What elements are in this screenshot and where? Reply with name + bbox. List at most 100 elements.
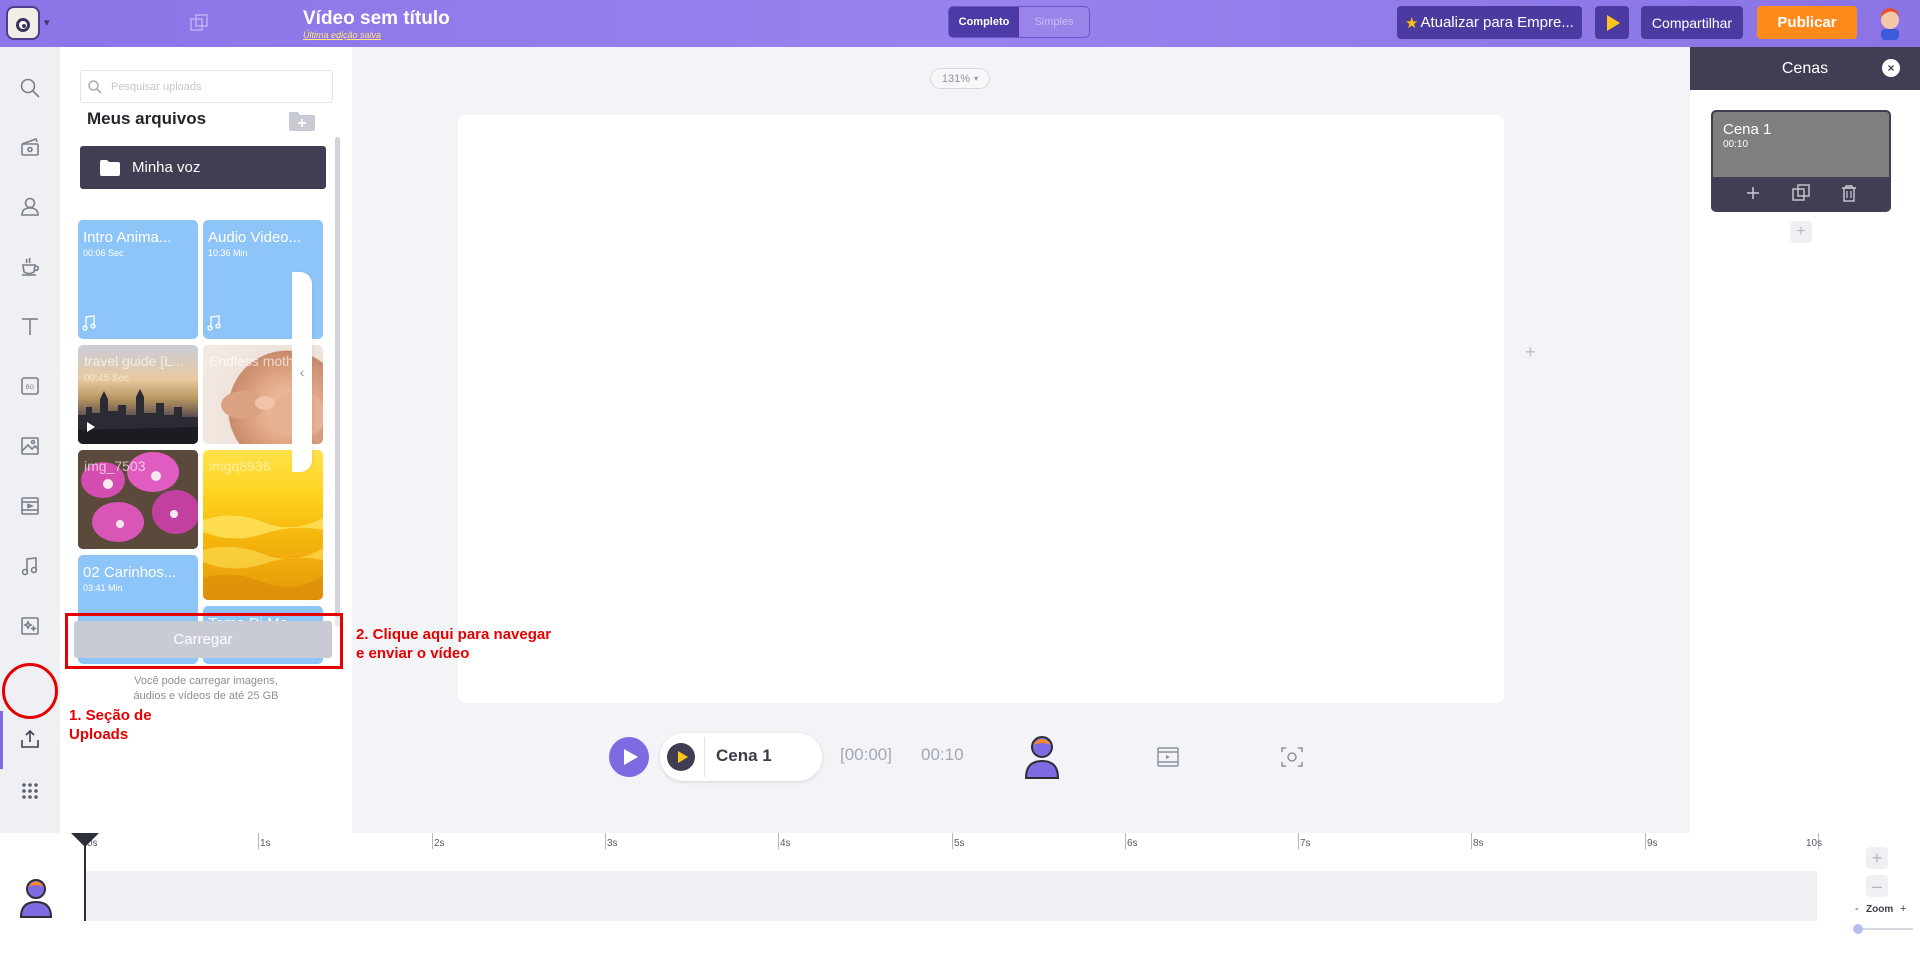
music-note-icon — [82, 315, 96, 331]
preview-button[interactable] — [1595, 6, 1629, 39]
annotation-step-1: 1. Seção de Uploads — [69, 706, 152, 744]
chevron-down-icon: ▾ — [974, 74, 979, 83]
panel-scrollbar[interactable] — [335, 137, 340, 617]
upgrade-button[interactable]: ★ Atualizar para Empre... — [1397, 6, 1582, 39]
scene-template-icon — [21, 137, 39, 156]
sidebar-item-props[interactable] — [14, 250, 46, 282]
image-icon — [21, 437, 39, 455]
mode-simple-button[interactable]: Simples — [1019, 7, 1089, 37]
duplicate-icon[interactable] — [1791, 183, 1811, 203]
trash-icon[interactable] — [1839, 183, 1859, 203]
timeline-tick-label: 2s — [434, 838, 445, 849]
film-icon[interactable] — [1156, 746, 1180, 768]
duplicate-icon[interactable] — [190, 14, 208, 32]
last-saved-status: Última edição salva — [303, 30, 382, 40]
scene-canvas[interactable] — [458, 115, 1504, 703]
play-icon — [677, 751, 688, 763]
scenes-panel: Cenas × Cena 1 00:10 + — [1690, 47, 1920, 833]
mode-switch: Completo Simples — [948, 6, 1090, 38]
character-avatar-icon — [19, 879, 53, 918]
user-avatar[interactable] — [1874, 6, 1906, 40]
chevron-down-icon[interactable]: ▾ — [44, 16, 50, 29]
sidebar-item-scenes[interactable] — [14, 131, 46, 163]
new-folder-icon[interactable] — [288, 110, 316, 132]
timeline-tick-label: 3s — [607, 838, 618, 849]
annotation-line: e enviar o vídeo — [356, 645, 470, 662]
annotation-line: 2. Clique aqui para navegar — [356, 626, 552, 643]
text-icon — [22, 318, 38, 335]
annotation-uploads-circle — [2, 663, 58, 719]
timeline-tick-label: 7s — [1300, 838, 1311, 849]
upload-file-card[interactable]: Intro Anima... 00:06 Sec — [78, 220, 198, 339]
project-title[interactable]: Vídeo sem título — [303, 8, 450, 30]
close-icon[interactable]: × — [1882, 59, 1900, 77]
zoom-slider-track[interactable] — [1855, 928, 1913, 930]
timeline-track[interactable] — [86, 871, 1817, 921]
total-time: 00:10 — [921, 745, 964, 764]
timeline-zoom-in-button[interactable]: + — [1866, 847, 1888, 869]
scene-card[interactable]: Cena 1 00:10 — [1711, 110, 1891, 212]
file-title: travel guide [L... — [84, 353, 184, 369]
timeline-zoom-out-button[interactable]: – — [1866, 875, 1888, 897]
current-scene-name: Cena 1 — [716, 746, 772, 765]
publish-button[interactable]: Publicar — [1757, 6, 1857, 39]
add-scene-button[interactable]: + — [1790, 221, 1812, 243]
upload-file-card[interactable]: imgq8936 — [203, 450, 323, 600]
search-icon — [88, 80, 102, 94]
character-avatar-icon[interactable] — [1024, 735, 1060, 779]
add-icon[interactable] — [1743, 183, 1763, 203]
upload-icon — [21, 729, 39, 748]
collapse-panel-button[interactable]: ‹ — [292, 272, 312, 472]
city-thumbnail-image — [78, 389, 198, 444]
sidebar-item-search[interactable] — [14, 72, 46, 104]
playhead[interactable] — [84, 835, 86, 921]
search-icon — [20, 78, 40, 98]
screenshot-icon[interactable] — [1280, 746, 1304, 768]
upload-hint-line: Você pode carregar imagens, — [134, 675, 278, 687]
timeline-tick-label: 4s — [780, 838, 791, 849]
star-icon: ★ — [1405, 14, 1419, 32]
play-icon — [87, 422, 95, 432]
folder-label: Minha voz — [132, 159, 201, 176]
sidebar-item-videos[interactable] — [14, 490, 46, 522]
timeline-tick-label: 10s — [1806, 838, 1823, 849]
svg-text:BG: BG — [26, 385, 35, 391]
active-indicator — [0, 711, 3, 769]
mode-full-button[interactable]: Completo — [949, 7, 1019, 37]
top-bar: ▾ Vídeo sem título Última edição salva C… — [0, 0, 1920, 47]
annotation-line: Uploads — [69, 726, 129, 743]
folder-icon — [100, 159, 120, 176]
uploads-search-input[interactable] — [111, 71, 326, 102]
add-scene-plus-icon[interactable]: + — [1525, 342, 1536, 363]
play-all-button[interactable] — [609, 737, 649, 777]
folder-my-voice[interactable]: Minha voz — [80, 146, 326, 189]
effects-icon — [21, 617, 39, 635]
sidebar-item-backgrounds[interactable]: BG — [14, 370, 46, 402]
sidebar-item-characters[interactable] — [14, 190, 46, 222]
share-button[interactable]: Compartilhar — [1641, 6, 1743, 39]
scene-play-button[interactable] — [667, 743, 695, 771]
upload-file-card[interactable]: img_7503 — [78, 450, 198, 549]
divider — [704, 737, 705, 777]
file-title: imgq8936 — [209, 458, 271, 474]
sidebar-item-uploads[interactable] — [14, 723, 46, 755]
timeline-tick-label: 8s — [1473, 838, 1484, 849]
timeline-tick-label: 1s — [260, 838, 271, 849]
scene-card-name: Cena 1 — [1723, 121, 1772, 138]
app-root: ▾ Vídeo sem título Última edição salva C… — [0, 0, 1920, 961]
timeline-tick — [952, 833, 953, 849]
file-duration: 03:41 Min — [83, 583, 123, 593]
chevron-left-icon: ‹ — [299, 364, 305, 380]
sidebar-item-more[interactable] — [14, 775, 46, 807]
canvas-zoom-dropdown[interactable]: 131% ▾ — [930, 68, 990, 89]
sidebar-item-music[interactable] — [14, 550, 46, 582]
zoom-value: 131% — [941, 72, 971, 85]
sidebar-item-effects[interactable] — [14, 610, 46, 642]
sidebar-item-images[interactable] — [14, 430, 46, 462]
timeline-tick — [1645, 833, 1646, 849]
app-logo-icon[interactable] — [6, 6, 40, 40]
zoom-slider-handle[interactable] — [1853, 924, 1863, 934]
sidebar-item-text[interactable] — [14, 310, 46, 342]
upload-file-card[interactable]: travel guide [L... 00:45 Sec — [78, 345, 198, 444]
play-icon — [1607, 14, 1620, 31]
